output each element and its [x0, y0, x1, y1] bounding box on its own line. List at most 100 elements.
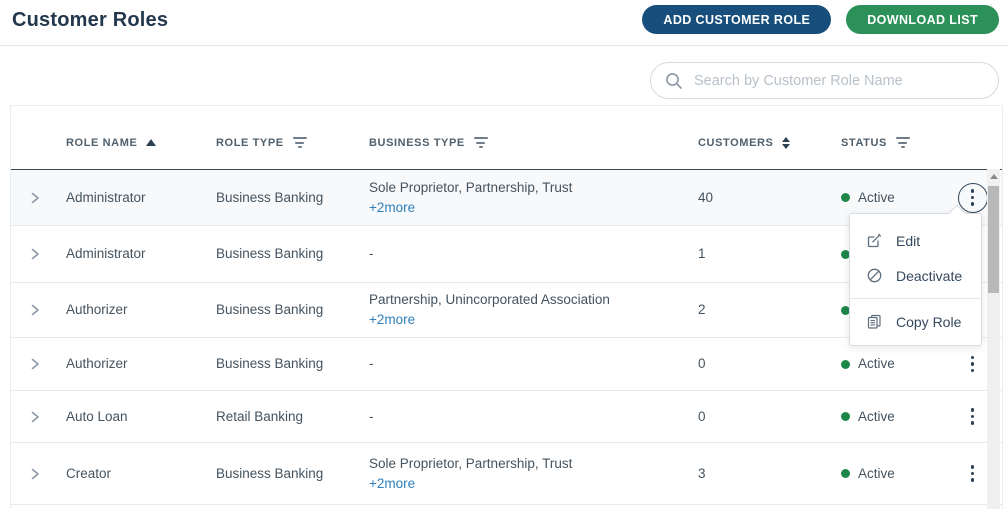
scroll-up-button[interactable]: [987, 169, 1000, 184]
menu-item-label: Edit: [896, 232, 921, 249]
role-type-cell: Retail Banking: [216, 408, 304, 424]
more-link[interactable]: +2more: [369, 474, 415, 494]
business-type-cell: -: [369, 244, 698, 264]
search-input[interactable]: [692, 71, 984, 90]
business-type-value: Partnership, Unincorporated Association: [369, 292, 610, 308]
column-label: ROLE NAME: [66, 136, 138, 149]
role-type-cell: Business Banking: [216, 302, 324, 318]
row-menu-button[interactable]: [958, 459, 988, 489]
chevron-right-icon: [29, 410, 41, 424]
column-label: CUSTOMERS: [698, 136, 774, 149]
status-cell: Active: [841, 464, 943, 484]
column-label: BUSINESS TYPE: [369, 136, 465, 149]
top-buttons: ADD CUSTOMER ROLE DOWNLOAD LIST: [642, 5, 999, 34]
status-cell: Active: [841, 188, 943, 208]
column-header-business-type[interactable]: BUSINESS TYPE: [369, 137, 698, 149]
role-type-cell: Business Banking: [216, 189, 324, 205]
business-type-cell: -: [369, 354, 698, 374]
expand-row-button[interactable]: [11, 410, 66, 424]
role-name-cell: Auto Loan: [66, 408, 128, 424]
chevron-right-icon: [29, 247, 41, 261]
column-header-role-type[interactable]: ROLE TYPE: [216, 137, 369, 149]
customer-roles-page: Customer Roles ADD CUSTOMER ROLE DOWNLOA…: [0, 0, 1008, 509]
role-type-cell: Business Banking: [216, 356, 324, 372]
business-type-value: Sole Proprietor, Partnership, Trust: [369, 179, 573, 195]
filter-icon[interactable]: [292, 137, 307, 148]
row-menu-button[interactable]: [958, 349, 988, 379]
business-type-cell: Partnership, Unincorporated Association …: [369, 290, 698, 329]
business-type-value: Sole Proprietor, Partnership, Trust: [369, 455, 573, 471]
role-name-cell: Authorizer: [66, 356, 128, 372]
status-dot-icon: [841, 412, 850, 421]
edit-icon: [866, 232, 883, 249]
business-type-value: -: [369, 246, 374, 262]
sort-icon[interactable]: [782, 136, 791, 149]
business-type-value: -: [369, 356, 374, 372]
role-name-cell: Administrator: [66, 246, 146, 262]
menu-item-label: Deactivate: [896, 267, 963, 284]
vertical-scrollbar[interactable]: [987, 169, 1000, 509]
menu-divider: [850, 298, 981, 299]
role-name-cell: Authorizer: [66, 302, 128, 318]
role-name-cell: Creator: [66, 465, 112, 481]
add-customer-role-button[interactable]: ADD CUSTOMER ROLE: [642, 5, 832, 34]
filter-icon[interactable]: [473, 137, 488, 148]
sort-ascending-icon[interactable]: [146, 139, 157, 146]
column-label: STATUS: [841, 136, 887, 149]
more-link[interactable]: +2more: [369, 198, 415, 218]
status-badge: Active: [858, 465, 895, 481]
filter-icon[interactable]: [895, 137, 910, 148]
menu-item-label: Copy Role: [896, 313, 962, 330]
chevron-right-icon: [29, 357, 41, 371]
menu-item-deactivate[interactable]: Deactivate: [850, 258, 981, 293]
roles-table: ROLE NAME ROLE TYPE BUSINESS TYPE CUSTOM…: [10, 105, 1003, 509]
table-header-row: ROLE NAME ROLE TYPE BUSINESS TYPE CUSTOM…: [11, 106, 1002, 170]
page-title: Customer Roles: [12, 9, 169, 31]
status-badge: Active: [858, 408, 895, 424]
column-label: ROLE TYPE: [216, 136, 284, 149]
row-menu-button[interactable]: [957, 182, 988, 213]
role-type-cell: Business Banking: [216, 465, 324, 481]
expand-row-button[interactable]: [11, 247, 66, 261]
chevron-right-icon: [29, 303, 41, 317]
status-cell: Active: [841, 407, 943, 427]
customers-cell: 3: [698, 465, 706, 481]
customers-cell: 0: [698, 356, 706, 372]
table-row: Auto Loan Retail Banking - 0 Active: [11, 391, 1002, 443]
table-row: Creator Business Banking Sole Proprietor…: [11, 443, 1002, 505]
column-header-customers[interactable]: CUSTOMERS: [698, 136, 841, 149]
chevron-right-icon: [29, 191, 41, 205]
business-type-value: -: [369, 408, 374, 424]
status-cell: Active: [841, 354, 943, 374]
business-type-cell: Sole Proprietor, Partnership, Trust +2mo…: [369, 454, 698, 493]
expand-row-button[interactable]: [11, 303, 66, 317]
expand-row-button[interactable]: [11, 357, 66, 371]
copy-icon: [866, 313, 883, 330]
search-icon: [665, 72, 683, 90]
expand-row-button[interactable]: [11, 467, 66, 481]
business-type-cell: Sole Proprietor, Partnership, Trust +2mo…: [369, 178, 698, 217]
scrollbar-thumb[interactable]: [988, 186, 999, 293]
status-dot-icon: [841, 193, 850, 202]
search-box[interactable]: [650, 62, 999, 99]
more-link[interactable]: +2more: [369, 310, 415, 330]
business-type-cell: -: [369, 407, 698, 427]
customers-cell: 40: [698, 189, 714, 205]
column-header-role-name[interactable]: ROLE NAME: [66, 137, 216, 149]
column-header-status[interactable]: STATUS: [841, 137, 943, 149]
chevron-right-icon: [29, 467, 41, 481]
row-context-menu: Edit Deactivate Copy Role: [849, 204, 982, 346]
expand-row-button[interactable]: [11, 191, 66, 205]
status-dot-icon: [841, 469, 850, 478]
customers-cell: 2: [698, 302, 706, 318]
triangle-up-icon: [989, 174, 998, 179]
status-badge: Active: [858, 189, 895, 205]
role-name-cell: Administrator: [66, 189, 146, 205]
menu-item-copy-role[interactable]: Copy Role: [850, 304, 981, 339]
menu-item-edit[interactable]: Edit: [850, 223, 981, 258]
status-dot-icon: [841, 359, 850, 369]
download-list-button[interactable]: DOWNLOAD LIST: [846, 5, 999, 34]
customers-cell: 1: [698, 246, 706, 262]
row-menu-button[interactable]: [958, 402, 988, 432]
customers-cell: 0: [698, 408, 706, 424]
